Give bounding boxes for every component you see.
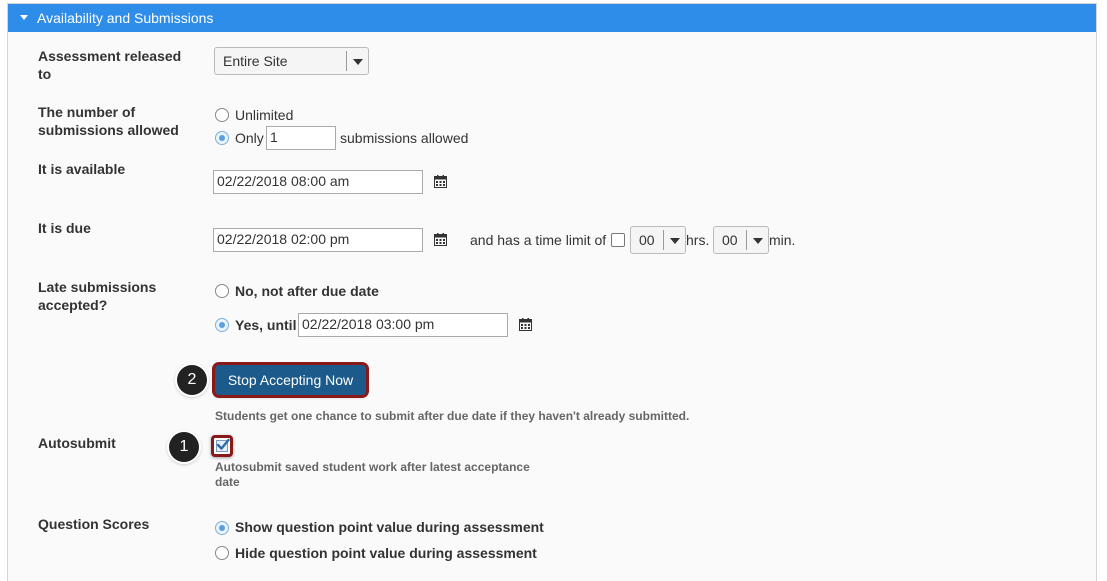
- late-until-date-input[interactable]: 02/22/2018 03:00 pm: [298, 313, 508, 337]
- time-limit-checkbox[interactable]: [611, 233, 625, 247]
- released-label: Assessment released to: [38, 48, 182, 82]
- show-points-label: Show question point value during assessm…: [235, 519, 544, 535]
- late-label: Late submissions accepted?: [38, 279, 157, 313]
- only-label: Only: [235, 130, 264, 146]
- submissions-label: The number of submissions allowed: [38, 104, 179, 138]
- calendar-icon[interactable]: [519, 318, 532, 331]
- available-label: It is available: [38, 161, 126, 177]
- unlimited-label: Unlimited: [235, 107, 294, 123]
- unlimited-radio[interactable]: [215, 108, 229, 122]
- show-points-radio[interactable]: [215, 521, 229, 535]
- step-marker-1: 1: [169, 432, 199, 462]
- calendar-icon[interactable]: [434, 175, 447, 188]
- released-select-value: Entire Site: [223, 53, 288, 69]
- late-yes-label: Yes, until: [235, 317, 297, 333]
- hours-label: hrs.: [686, 232, 710, 248]
- hours-select[interactable]: 00: [630, 226, 686, 254]
- panel-title: Availability and Submissions: [37, 10, 214, 26]
- stop-accepting-button[interactable]: Stop Accepting Now: [215, 365, 366, 395]
- due-label: It is due: [38, 220, 91, 236]
- checkmark-icon: [216, 438, 230, 450]
- chevron-down-icon: [753, 238, 763, 244]
- calendar-icon[interactable]: [434, 233, 447, 246]
- stop-accepting-help: Students get one chance to submit after …: [215, 409, 690, 423]
- available-date-input[interactable]: 02/22/2018 08:00 am: [213, 170, 423, 194]
- autosubmit-help-line2: date: [215, 475, 240, 489]
- only-radio[interactable]: [215, 131, 229, 145]
- autosubmit-help-line1: Autosubmit saved student work after late…: [215, 460, 530, 474]
- step-marker-2: 2: [177, 365, 207, 395]
- chevron-down-icon: [353, 59, 363, 65]
- minutes-select[interactable]: 00: [713, 226, 769, 254]
- submissions-count-input[interactable]: 1: [266, 126, 336, 150]
- late-no-radio[interactable]: [215, 284, 229, 298]
- late-yes-radio[interactable]: [215, 318, 229, 332]
- chevron-down-icon: [670, 238, 680, 244]
- minutes-label: min.: [769, 232, 796, 248]
- released-select[interactable]: Entire Site: [214, 47, 369, 75]
- hours-select-value: 00: [639, 232, 655, 248]
- hide-points-radio[interactable]: [215, 546, 229, 560]
- autosubmit-label: Autosubmit: [38, 435, 116, 451]
- late-no-label: No, not after due date: [235, 283, 379, 299]
- scores-label: Question Scores: [38, 516, 150, 532]
- submissions-suffix: submissions allowed: [340, 130, 469, 146]
- minutes-select-value: 00: [722, 232, 738, 248]
- time-limit-label: and has a time limit of: [470, 232, 607, 248]
- panel-header[interactable]: Availability and Submissions: [8, 4, 1096, 32]
- autosubmit-checkbox-highlight: [211, 435, 233, 457]
- chevron-down-icon: [20, 14, 28, 20]
- hide-points-label: Hide question point value during assessm…: [235, 545, 537, 561]
- due-date-input[interactable]: 02/22/2018 02:00 pm: [213, 228, 423, 252]
- autosubmit-checkbox[interactable]: [216, 438, 230, 452]
